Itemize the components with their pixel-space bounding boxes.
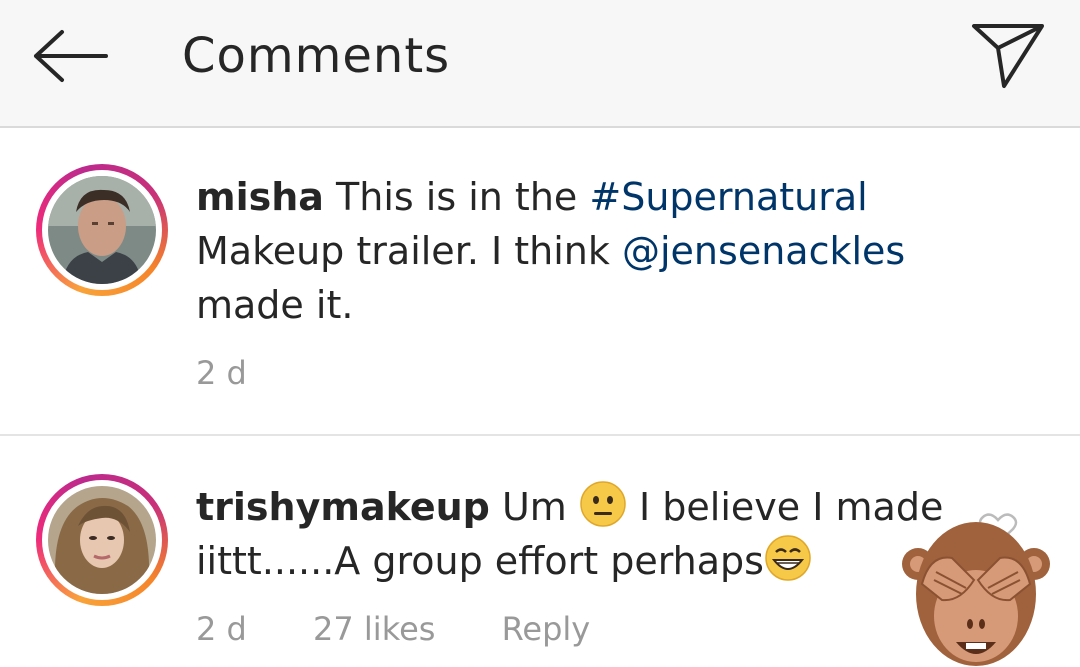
reply-button[interactable]: Reply xyxy=(502,610,591,648)
comment-body: made it. xyxy=(196,283,354,327)
header-bar: Comments xyxy=(0,0,1080,128)
likes-count[interactable]: 27 likes xyxy=(313,610,435,648)
avatar xyxy=(48,176,156,284)
avatar-story-ring[interactable] xyxy=(36,164,168,296)
comment-item: misha This is in the #Supernatural Makeu… xyxy=(0,130,1080,436)
neutral-face-emoji xyxy=(580,481,626,527)
mention-link[interactable]: @jensenackles xyxy=(622,229,905,273)
hashtag-link[interactable]: #Supernatural xyxy=(589,175,867,219)
see-no-evil-monkey-emoji xyxy=(902,522,1050,666)
grinning-face-emoji xyxy=(765,535,811,581)
comment-body: This is in the xyxy=(336,175,578,219)
arrow-left-icon xyxy=(34,30,108,82)
comment-username[interactable]: trishymakeup xyxy=(196,485,490,529)
comment-meta: 2 d xyxy=(196,354,303,392)
share-button[interactable] xyxy=(964,18,1052,94)
comment-text: misha This is in the #Supernatural Makeu… xyxy=(196,170,956,332)
comment-time: 2 d xyxy=(196,610,247,648)
paper-plane-icon xyxy=(972,24,1044,88)
comment-body: Makeup trailer. I think xyxy=(196,229,610,273)
comment-time: 2 d xyxy=(196,354,247,392)
comment-meta: 2 d 27 likes Reply xyxy=(196,610,646,648)
page-title: Comments xyxy=(182,28,451,84)
avatar-story-ring[interactable] xyxy=(36,474,168,606)
back-button[interactable] xyxy=(30,26,114,86)
comment-text: trishymakeup Um I believe I made iittt..… xyxy=(196,480,956,588)
comment-body: Um xyxy=(501,485,567,529)
avatar xyxy=(48,486,156,594)
comment-username[interactable]: misha xyxy=(196,175,324,219)
